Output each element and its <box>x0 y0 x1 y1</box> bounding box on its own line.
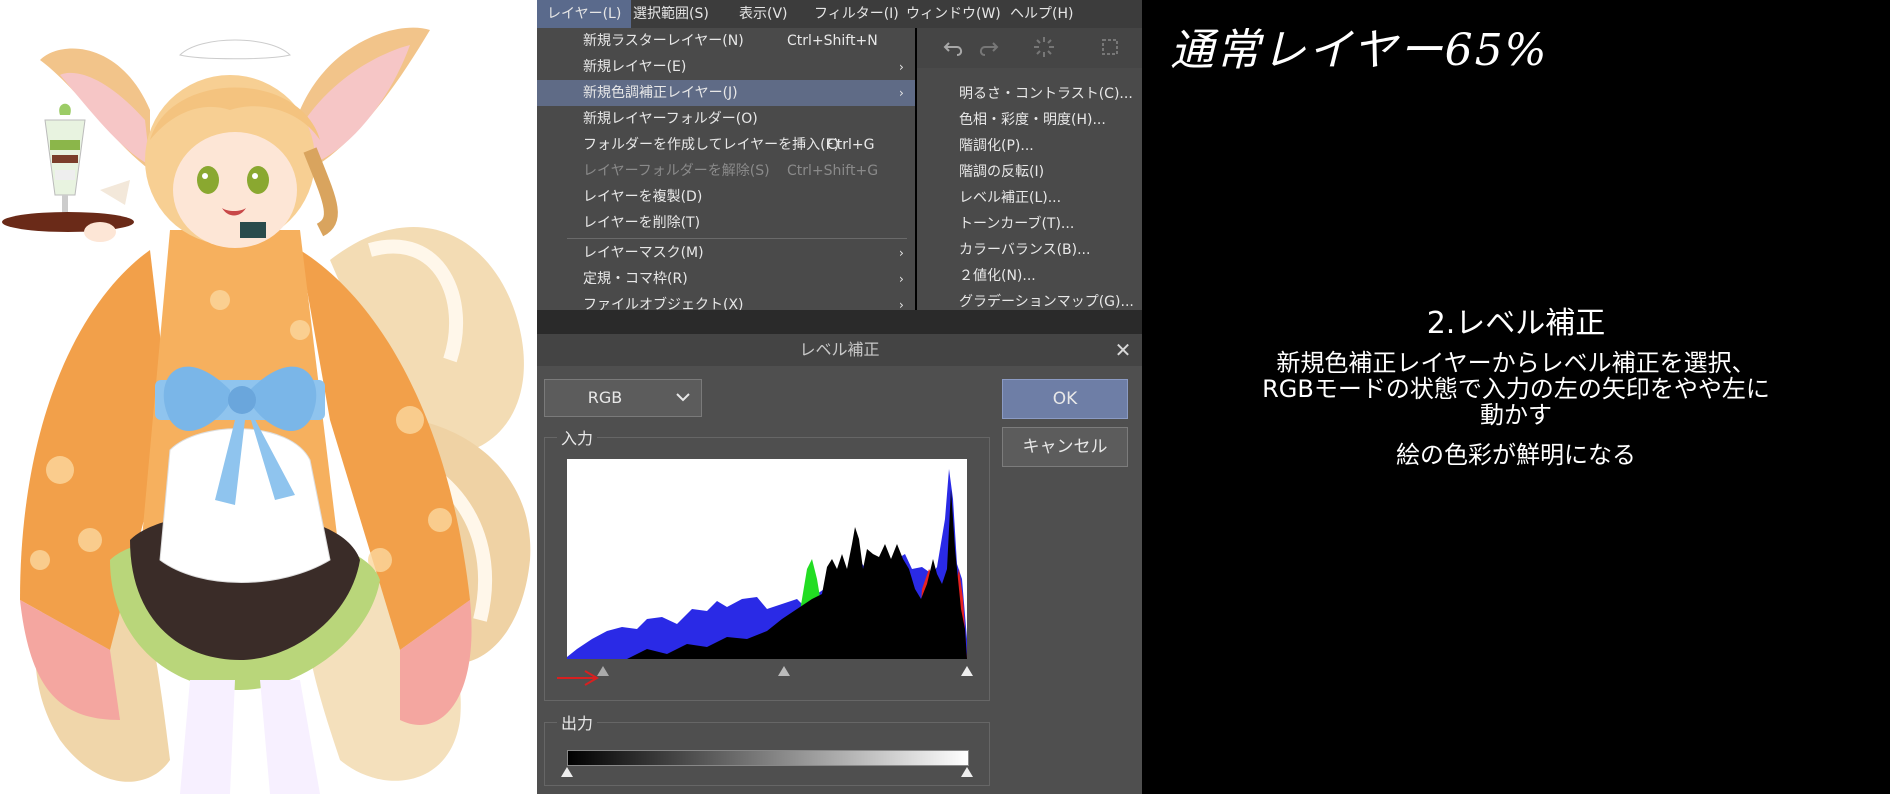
submenu-item-binarize[interactable]: ２値化(N)... <box>959 263 1036 289</box>
handwritten-note: 通常レイヤー65% <box>1170 25 1549 76</box>
annotation-panel: 通常レイヤー65% 2.レベル補正 新規色補正レイヤーからレベル補正を選択、 R… <box>1142 0 1890 794</box>
menu-item-new-layer-folder[interactable]: 新規レイヤーフォルダー(O) <box>537 106 915 132</box>
illustration-canvas <box>0 0 537 794</box>
output-label: 出力 <box>557 710 598 734</box>
red-arrow-annotation <box>557 670 599 686</box>
tone-correction-submenu: 明るさ・コントラスト(C)... 色相・彩度・明度(H)... 階調化(P)..… <box>917 68 1142 310</box>
shortcut-label: Ctrl+Shift+G <box>787 163 879 179</box>
submenu-item-tone-curve[interactable]: トーンカーブ(T)... <box>959 211 1074 237</box>
chevron-down-icon <box>675 380 691 416</box>
chevron-right-icon: › <box>899 60 904 74</box>
divider-strip <box>537 310 1142 334</box>
menu-separator <box>567 238 907 239</box>
chevron-right-icon: › <box>899 272 904 286</box>
menu-item-layer-mask[interactable]: レイヤーマスク(M) › <box>537 240 915 266</box>
layer-dropdown-menu: 新規ラスターレイヤー(N) Ctrl+Shift+N 新規レイヤー(E) › 新… <box>537 28 915 310</box>
menu-item-new-correction-layer[interactable]: 新規色調補正レイヤー(J) › <box>537 80 915 106</box>
shortcut-label: Ctrl+G <box>827 137 875 153</box>
submenu-item-color-balance[interactable]: カラーバランス(B)... <box>959 237 1090 263</box>
transform-icon[interactable] <box>1097 34 1123 60</box>
output-gradient-bar <box>567 750 969 766</box>
description-line-3: 動かす <box>1480 401 1552 429</box>
menu-item-duplicate-layer[interactable]: レイヤーを複製(D) <box>537 184 915 210</box>
menu-filter[interactable]: フィルター(I) <box>804 0 909 28</box>
redo-icon[interactable] <box>975 34 1001 60</box>
menu-selection[interactable]: 選択範囲(S) <box>623 0 719 28</box>
close-icon[interactable]: ✕ <box>1111 338 1135 362</box>
submenu-item-brightness-contrast[interactable]: 明るさ・コントラスト(C)... <box>959 81 1133 107</box>
ok-button[interactable]: OK <box>1002 379 1128 419</box>
legs <box>180 680 320 794</box>
description-line-1: 新規色補正レイヤーからレベル補正を選択、 <box>1276 349 1756 377</box>
chevron-right-icon: › <box>899 246 904 260</box>
levels-dialog: レベル補正 ✕ RGB OK キャンセル 入力 出力 <box>537 334 1142 794</box>
shortcut-label: Ctrl+Shift+N <box>787 33 878 49</box>
menu-item-delete-layer[interactable]: レイヤーを削除(T) <box>537 210 915 236</box>
menu-window[interactable]: ウィンドウ(W) <box>896 0 1011 28</box>
menu-item-create-folder-insert[interactable]: フォルダーを作成してレイヤーを挿入(F) Ctrl+G <box>537 132 915 158</box>
submenu-item-invert[interactable]: 階調の反転(I) <box>959 159 1044 185</box>
input-label: 入力 <box>557 425 598 449</box>
menu-bar: レイヤー(L) 選択範囲(S) 表示(V) フィルター(I) ウィンドウ(W) … <box>537 0 1142 28</box>
input-midtone-marker[interactable] <box>778 666 790 676</box>
histogram <box>567 459 967 659</box>
fox-girl-illustration <box>2 27 531 794</box>
description-line-2: RGBモードの状態で入力の左の矢印をやや左に <box>1262 375 1770 403</box>
menu-item-file-object[interactable]: ファイルオブジェクト(X) › <box>537 292 915 310</box>
undo-icon[interactable] <box>941 34 967 60</box>
menu-view[interactable]: 表示(V) <box>729 0 798 28</box>
menu-item-ruler-frame[interactable]: 定規・コマ枠(R) › <box>537 266 915 292</box>
chevron-right-icon: › <box>899 298 904 310</box>
toolbar <box>917 28 1142 68</box>
submenu-item-posterize[interactable]: 階調化(P)... <box>959 133 1034 159</box>
chevron-right-icon: › <box>899 86 904 100</box>
result-text: 絵の色彩が鮮明になる <box>1396 441 1636 469</box>
menu-item-new-raster-layer[interactable]: 新規ラスターレイヤー(N) Ctrl+Shift+N <box>537 28 915 54</box>
menu-item-new-layer[interactable]: 新規レイヤー(E) › <box>537 54 915 80</box>
channel-select[interactable]: RGB <box>544 379 702 417</box>
dialog-titlebar[interactable]: レベル補正 ✕ <box>537 334 1142 366</box>
menu-item-release-folder: レイヤーフォルダーを解除(S) Ctrl+Shift+G <box>537 158 915 184</box>
cancel-button[interactable]: キャンセル <box>1002 427 1128 467</box>
menu-help[interactable]: ヘルプ(H) <box>1000 0 1083 28</box>
output-shadow-marker[interactable] <box>561 767 573 777</box>
submenu-item-levels[interactable]: レベル補正(L)... <box>959 185 1061 211</box>
output-highlight-marker[interactable] <box>961 767 973 777</box>
loading-icon <box>1031 34 1057 60</box>
channel-value: RGB <box>587 388 623 407</box>
dialog-title: レベル補正 <box>799 340 880 359</box>
histogram-plot <box>567 469 967 659</box>
input-highlight-marker[interactable] <box>961 666 973 676</box>
submenu-item-hue-saturation[interactable]: 色相・彩度・明度(H)... <box>959 107 1106 133</box>
menu-layer[interactable]: レイヤー(L) <box>537 0 632 28</box>
step-title: 2.レベル補正 <box>1426 306 1606 341</box>
